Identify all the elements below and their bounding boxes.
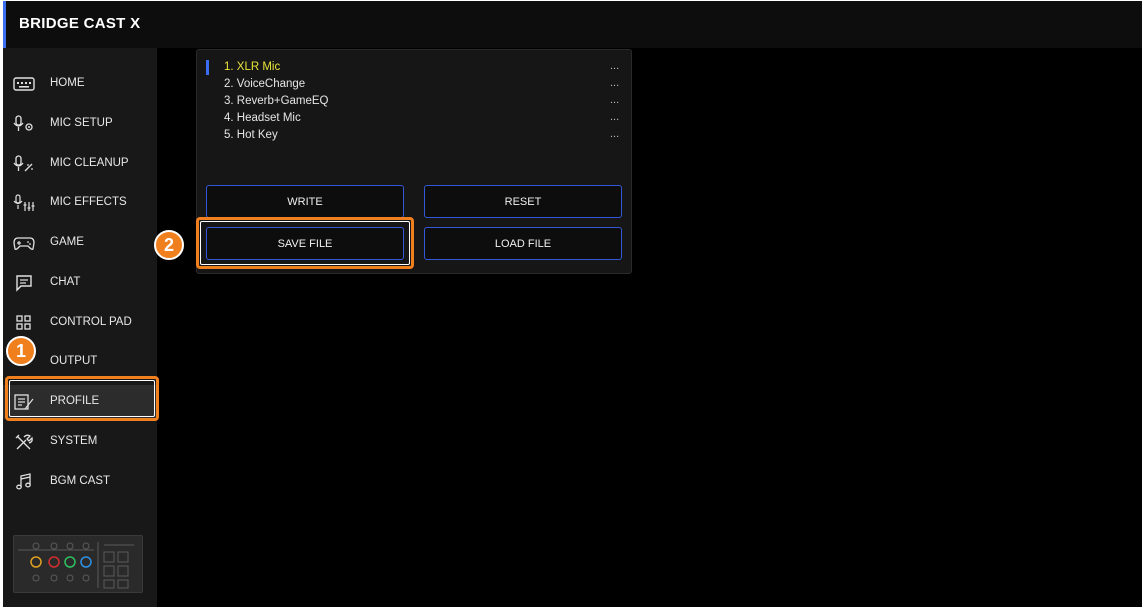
profile-item[interactable]: 3. Reverb+GameEQ ...	[197, 94, 631, 111]
sidebar: HOME MIC SETUP MIC CLEANUP MIC EFFECTS G…	[3, 48, 157, 607]
title-bar: BRIDGE CAST X	[3, 1, 1142, 48]
sidebar-item-label: SYSTEM	[50, 435, 98, 447]
sidebar-item-label: CHAT	[50, 276, 81, 288]
tools-icon	[13, 432, 35, 452]
keyboard-icon	[13, 74, 35, 94]
save-file-button[interactable]: SAVE FILE	[206, 227, 404, 260]
sidebar-item-game[interactable]: GAME	[3, 226, 157, 260]
write-button[interactable]: WRITE	[206, 185, 404, 218]
more-menu-icon[interactable]: ...	[610, 77, 619, 89]
callout-2-badge: 2	[154, 230, 184, 260]
sidebar-item-label: MIC SETUP	[50, 117, 113, 129]
more-menu-icon[interactable]: ...	[610, 94, 619, 106]
profile-name: 2. VoiceChange	[224, 78, 306, 90]
more-menu-icon[interactable]: ...	[610, 60, 619, 72]
app-title: BRIDGE CAST X	[19, 15, 141, 32]
profile-item[interactable]: 5. Hot Key ...	[197, 128, 631, 145]
grid-icon	[13, 313, 35, 333]
profile-edit-icon	[13, 392, 35, 412]
sidebar-item-label: MIC CLEANUP	[50, 157, 129, 169]
callout-1-badge: 1	[6, 336, 36, 366]
title-accent-bar	[3, 1, 6, 48]
mic-sparkle-icon	[13, 154, 35, 174]
chat-bubble-icon	[13, 273, 35, 293]
gamepad-icon	[13, 233, 35, 253]
load-file-button[interactable]: LOAD FILE	[424, 227, 622, 260]
sidebar-item-label: CONTROL PAD	[50, 316, 132, 328]
sidebar-item-profile[interactable]: PROFILE	[3, 385, 157, 419]
profile-name: 1. XLR Mic	[224, 61, 281, 73]
more-menu-icon[interactable]: ...	[610, 111, 619, 123]
profile-item[interactable]: 4. Headset Mic ...	[197, 111, 631, 128]
sidebar-item-label: BGM CAST	[50, 475, 111, 487]
sidebar-item-mic-effects[interactable]: MIC EFFECTS	[3, 186, 157, 220]
reset-button[interactable]: RESET	[424, 185, 622, 218]
profile-item[interactable]: 2. VoiceChange ...	[197, 77, 631, 94]
sidebar-item-control-pad[interactable]: CONTROL PAD	[3, 306, 157, 340]
selection-indicator	[206, 60, 209, 75]
sidebar-item-chat[interactable]: CHAT	[3, 266, 157, 300]
sidebar-item-label: GAME	[50, 236, 84, 248]
more-menu-icon[interactable]: ...	[610, 128, 619, 140]
mic-sliders-icon	[13, 193, 35, 213]
sidebar-item-system[interactable]: SYSTEM	[3, 425, 157, 459]
sidebar-item-label: HOME	[50, 77, 85, 89]
sidebar-item-label: PROFILE	[50, 395, 100, 407]
sidebar-item-bgm-cast[interactable]: BGM CAST	[3, 465, 157, 499]
sidebar-item-home[interactable]: HOME	[3, 67, 157, 101]
profile-name: 3. Reverb+GameEQ	[224, 95, 329, 107]
sidebar-item-label: MIC EFFECTS	[50, 196, 127, 208]
profile-name: 5. Hot Key	[224, 129, 278, 141]
sidebar-item-mic-setup[interactable]: MIC SETUP	[3, 107, 157, 141]
sidebar-item-mic-cleanup[interactable]: MIC CLEANUP	[3, 147, 157, 181]
profile-name: 4. Headset Mic	[224, 112, 301, 124]
sidebar-item-label: OUTPUT	[50, 355, 98, 367]
profile-item[interactable]: 1. XLR Mic ...	[197, 60, 631, 77]
app-window: BRIDGE CAST X HOME MIC SETUP MIC CLEANUP…	[3, 1, 1142, 607]
music-note-icon	[13, 472, 35, 492]
device-thumbnail	[13, 535, 143, 593]
profile-panel: 1. XLR Mic ... 2. VoiceChange ... 3. Rev…	[196, 49, 632, 274]
mic-gear-icon	[13, 114, 35, 134]
